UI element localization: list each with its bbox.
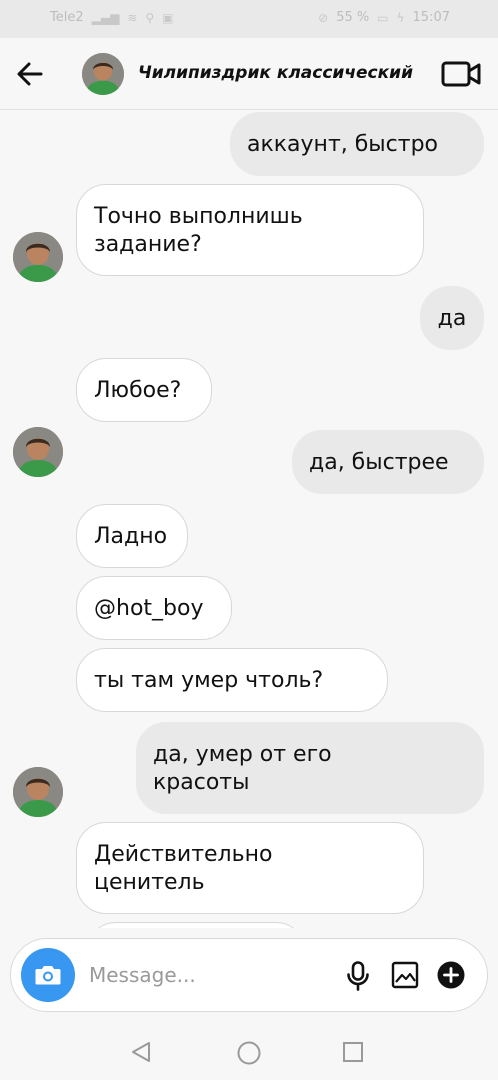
composer (10, 938, 488, 1012)
camera-icon (35, 966, 61, 985)
video-camera-icon (441, 61, 481, 87)
message-bubble-outgoing[interactable]: да, быстрее (292, 430, 484, 494)
back-button[interactable] (14, 58, 46, 90)
search-icon: ⚲ (145, 10, 155, 25)
message-text: да, быстрее (309, 449, 449, 475)
chat-header: Чилипиздрик классический (0, 38, 498, 110)
circle-home-icon (237, 1041, 261, 1065)
battery-percent: 55 % (336, 10, 370, 25)
gallery-button[interactable] (391, 961, 419, 989)
square-recents-icon (343, 1042, 363, 1062)
microphone-icon (347, 961, 369, 991)
message-list[interactable]: аккаунт, быстро Точно выполнишь задание?… (0, 110, 498, 928)
message-bubble-outgoing[interactable]: да, умер от его красоты (136, 722, 484, 814)
mute-icon: ⊘ (318, 10, 329, 25)
video-call-button[interactable] (440, 58, 482, 90)
more-options-button[interactable] (437, 961, 465, 989)
camera-button[interactable] (21, 948, 75, 1002)
message-text-line: да, умер от его (153, 742, 332, 767)
triangle-back-icon (132, 1042, 150, 1062)
message-text-line: Действительно (94, 842, 273, 867)
signal-icon: ▂▄▆ (91, 10, 120, 25)
clock: 15:07 (412, 10, 450, 25)
message-bubble-outgoing[interactable]: да (420, 286, 484, 350)
message-text: Ладно (94, 523, 168, 549)
image-notification-icon: ▣ (162, 10, 174, 25)
battery-icon: ▭ (377, 10, 389, 25)
gallery-icon (391, 961, 419, 989)
arrow-left-icon (17, 62, 43, 86)
message-bubble-incoming[interactable]: Любое? (76, 358, 212, 422)
message-bubble-incoming[interactable]: Точно выполнишь задание? (76, 184, 424, 276)
nav-home-button[interactable] (237, 1041, 261, 1065)
status-bar: Tele2 ▂▄▆ ≋ ⚲ ▣ ⊘ 55 % ▭ ϟ 15:07 (0, 0, 498, 38)
message-bubble-outgoing[interactable]: аккаунт, быстро (230, 112, 484, 176)
system-nav-bar (0, 1024, 498, 1080)
message-input[interactable] (89, 959, 329, 991)
message-text-line: красоты (153, 770, 250, 795)
charging-icon: ϟ (396, 10, 405, 25)
composer-area (0, 928, 498, 1024)
message-text-line: ценитель (94, 870, 205, 895)
message-text-line: задание? (94, 232, 202, 257)
plus-circle-icon (437, 961, 465, 989)
contact-avatar[interactable] (82, 53, 124, 95)
nav-recents-button[interactable] (343, 1042, 363, 1062)
sender-avatar[interactable] (13, 232, 63, 282)
message-bubble-incoming[interactable]: ты там умер чтоль? (76, 648, 388, 712)
message-bubble-incoming[interactable]: Ладно (76, 504, 188, 568)
message-text: да (437, 305, 467, 331)
voice-message-button[interactable] (345, 961, 371, 991)
message-text: Любое? (94, 377, 182, 403)
message-text: ты там умер чтоль? (94, 667, 324, 693)
chat-title[interactable]: Чилипиздрик классический (138, 63, 413, 83)
carrier-label: Tele2 (50, 10, 84, 25)
message-text: аккаунт, быстро (247, 131, 439, 157)
wifi-icon: ≋ (127, 10, 138, 25)
message-bubble-incoming[interactable]: Действительно ценитель (76, 822, 424, 914)
sender-avatar[interactable] (13, 427, 63, 477)
sender-avatar[interactable] (13, 767, 63, 817)
message-bubble-incoming[interactable]: @hot_boy (76, 576, 232, 640)
mention-text: @hot_boy (94, 595, 204, 621)
message-text-line: Точно выполнишь (94, 204, 303, 229)
nav-back-button[interactable] (130, 1041, 152, 1063)
